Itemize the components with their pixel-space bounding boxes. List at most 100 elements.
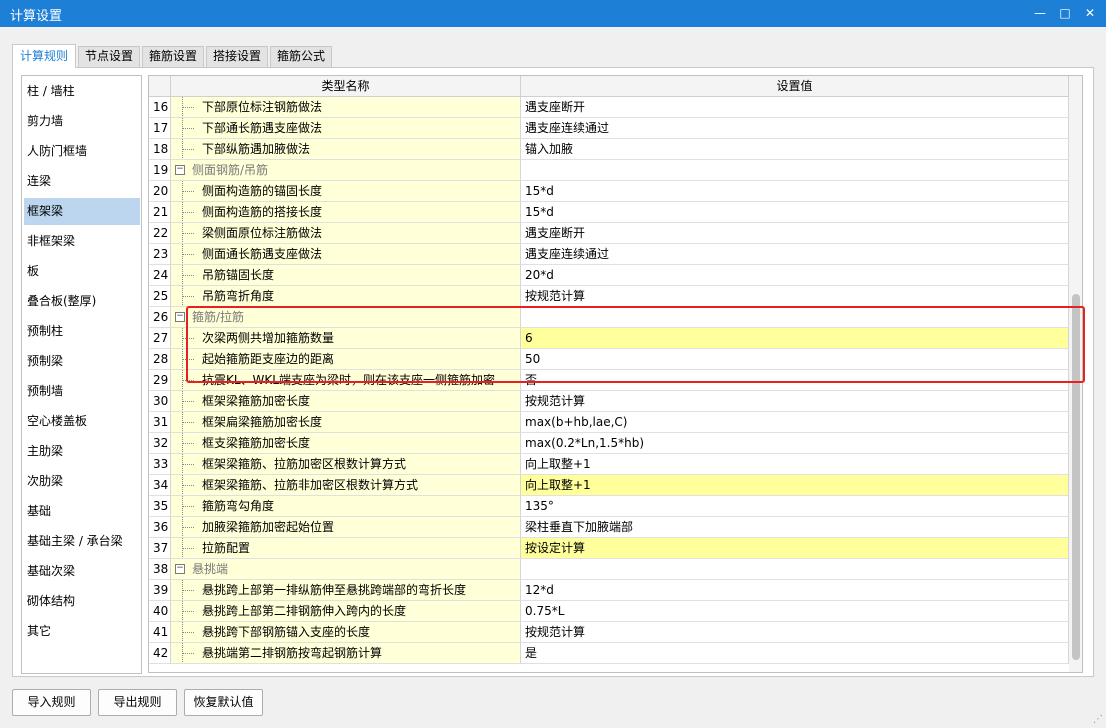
maximize-icon[interactable]: □ — [1051, 0, 1079, 27]
table-row[interactable]: 40 悬挑跨上部第二排钢筋伸入跨内的长度 0.75*L — [149, 601, 1069, 622]
setting-value-cell[interactable]: 遇支座断开 — [521, 223, 1069, 244]
type-name-cell[interactable]: 吊筋弯折角度 — [171, 286, 521, 307]
setting-value-cell[interactable] — [521, 559, 1069, 580]
resize-grip-icon[interactable]: ⋰ — [1093, 714, 1103, 725]
setting-value-cell[interactable]: 15*d — [521, 202, 1069, 223]
table-row[interactable]: 26− 箍筋/拉筋 — [149, 307, 1069, 328]
table-row[interactable]: 35 箍筋弯勾角度 135° — [149, 496, 1069, 517]
tab-3[interactable]: 箍筋设置 — [142, 46, 204, 67]
sidebar-item[interactable]: 板 — [24, 258, 140, 285]
tab-4[interactable]: 搭接设置 — [206, 46, 268, 67]
setting-value-cell[interactable]: 按规范计算 — [521, 391, 1069, 412]
setting-value-cell[interactable]: 遇支座连续通过 — [521, 244, 1069, 265]
type-name-cell[interactable]: 拉筋配置 — [171, 538, 521, 559]
type-name-cell[interactable]: 框支梁箍筋加密长度 — [171, 433, 521, 454]
table-row[interactable]: 24 吊筋锚固长度 20*d — [149, 265, 1069, 286]
type-name-cell[interactable]: 悬挑跨上部第一排纵筋伸至悬挑跨端部的弯折长度 — [171, 580, 521, 601]
setting-value-cell[interactable]: max(0.2*Ln,1.5*hb) — [521, 433, 1069, 454]
setting-value-cell[interactable]: 按设定计算 — [521, 538, 1069, 559]
setting-value-cell[interactable]: 按规范计算 — [521, 286, 1069, 307]
setting-value-cell[interactable]: 锚入加腋 — [521, 139, 1069, 160]
sidebar-item[interactable]: 柱 / 墙柱 — [24, 78, 140, 105]
setting-value-cell[interactable]: 否 — [521, 370, 1069, 391]
table-row[interactable]: 30 框架梁箍筋加密长度 按规范计算 — [149, 391, 1069, 412]
setting-value-cell[interactable]: 是 — [521, 643, 1069, 664]
tab-5[interactable]: 箍筋公式 — [270, 46, 332, 67]
sidebar-item[interactable]: 非框架梁 — [24, 228, 140, 255]
setting-value-cell[interactable]: 135° — [521, 496, 1069, 517]
setting-value-cell[interactable]: 向上取整+1 — [521, 454, 1069, 475]
type-name-cell[interactable]: 抗震KL、WKL端支座为梁时，则在该支座一侧箍筋加密 — [171, 370, 521, 391]
table-row[interactable]: 28 起始箍筋距支座边的距离 50 — [149, 349, 1069, 370]
table-row[interactable]: 29 抗震KL、WKL端支座为梁时，则在该支座一侧箍筋加密 否 — [149, 370, 1069, 391]
sidebar-item[interactable]: 空心楼盖板 — [24, 408, 140, 435]
collapse-icon[interactable]: − — [175, 165, 185, 175]
restore-defaults-button[interactable]: 恢复默认值 — [184, 689, 263, 716]
sidebar-item[interactable]: 基础 — [24, 498, 140, 525]
export-rules-button[interactable]: 导出规则 — [98, 689, 177, 716]
group-name-cell[interactable]: − 侧面钢筋/吊筋 — [171, 160, 521, 181]
vertical-scrollbar[interactable] — [1069, 76, 1082, 672]
sidebar-item[interactable]: 叠合板(整厚) — [24, 288, 140, 315]
type-name-cell[interactable]: 侧面构造筋的搭接长度 — [171, 202, 521, 223]
setting-value-header[interactable]: 设置值 — [521, 76, 1069, 97]
table-row[interactable]: 22 梁侧面原位标注筋做法 遇支座断开 — [149, 223, 1069, 244]
type-name-cell[interactable]: 加腋梁箍筋加密起始位置 — [171, 517, 521, 538]
collapse-icon[interactable]: − — [175, 312, 185, 322]
setting-value-cell[interactable]: 20*d — [521, 265, 1069, 286]
type-name-cell[interactable]: 起始箍筋距支座边的距离 — [171, 349, 521, 370]
type-name-cell[interactable]: 箍筋弯勾角度 — [171, 496, 521, 517]
type-name-cell[interactable]: 悬挑端第二排钢筋按弯起钢筋计算 — [171, 643, 521, 664]
tab-1[interactable]: 计算规则 — [12, 44, 76, 68]
type-name-cell[interactable]: 次梁两侧共增加箍筋数量 — [171, 328, 521, 349]
table-row[interactable]: 34 框架梁箍筋、拉筋非加密区根数计算方式 向上取整+1 — [149, 475, 1069, 496]
sidebar-item[interactable]: 砌体结构 — [24, 588, 140, 615]
sidebar-item[interactable]: 其它 — [24, 618, 140, 645]
setting-value-cell[interactable]: 按规范计算 — [521, 622, 1069, 643]
minimize-icon[interactable]: — — [1026, 0, 1054, 27]
setting-value-cell[interactable]: 0.75*L — [521, 601, 1069, 622]
table-row[interactable]: 25 吊筋弯折角度 按规范计算 — [149, 286, 1069, 307]
setting-value-cell[interactable]: 遇支座断开 — [521, 97, 1069, 118]
collapse-icon[interactable]: − — [175, 564, 185, 574]
sidebar-item[interactable]: 次肋梁 — [24, 468, 140, 495]
table-row[interactable]: 32 框支梁箍筋加密长度 max(0.2*Ln,1.5*hb) — [149, 433, 1069, 454]
type-name-cell[interactable]: 下部原位标注钢筋做法 — [171, 97, 521, 118]
setting-value-cell[interactable]: 50 — [521, 349, 1069, 370]
scrollbar-thumb[interactable] — [1072, 294, 1080, 660]
group-name-cell[interactable]: − 箍筋/拉筋 — [171, 307, 521, 328]
type-name-cell[interactable]: 吊筋锚固长度 — [171, 265, 521, 286]
import-rules-button[interactable]: 导入规则 — [12, 689, 91, 716]
table-row[interactable]: 19− 侧面钢筋/吊筋 — [149, 160, 1069, 181]
table-row[interactable]: 41 悬挑跨下部钢筋锚入支座的长度 按规范计算 — [149, 622, 1069, 643]
sidebar-item[interactable]: 框架梁 — [24, 198, 140, 225]
setting-value-cell[interactable]: 梁柱垂直下加腋端部 — [521, 517, 1069, 538]
setting-value-cell[interactable]: 15*d — [521, 181, 1069, 202]
sidebar-item[interactable]: 基础主梁 / 承台梁 — [24, 528, 140, 555]
table-row[interactable]: 39 悬挑跨上部第一排纵筋伸至悬挑跨端部的弯折长度 12*d — [149, 580, 1069, 601]
table-row[interactable]: 18 下部纵筋遇加腋做法 锚入加腋 — [149, 139, 1069, 160]
setting-value-cell[interactable]: 6 — [521, 328, 1069, 349]
table-row[interactable]: 33 框架梁箍筋、拉筋加密区根数计算方式 向上取整+1 — [149, 454, 1069, 475]
group-name-cell[interactable]: − 悬挑端 — [171, 559, 521, 580]
setting-value-cell[interactable]: 向上取整+1 — [521, 475, 1069, 496]
table-row[interactable]: 23 侧面通长筋遇支座做法 遇支座连续通过 — [149, 244, 1069, 265]
sidebar-item[interactable]: 剪力墙 — [24, 108, 140, 135]
table-row[interactable]: 42 悬挑端第二排钢筋按弯起钢筋计算 是 — [149, 643, 1069, 664]
sidebar-item[interactable]: 人防门框墙 — [24, 138, 140, 165]
table-row[interactable]: 16 下部原位标注钢筋做法 遇支座断开 — [149, 97, 1069, 118]
table-row[interactable]: 17 下部通长筋遇支座做法 遇支座连续通过 — [149, 118, 1069, 139]
type-name-header[interactable]: 类型名称 — [171, 76, 521, 97]
sidebar-item[interactable]: 预制墙 — [24, 378, 140, 405]
sidebar-item[interactable]: 预制柱 — [24, 318, 140, 345]
type-name-cell[interactable]: 梁侧面原位标注筋做法 — [171, 223, 521, 244]
setting-value-cell[interactable]: max(b+hb,lae,C) — [521, 412, 1069, 433]
type-name-cell[interactable]: 下部通长筋遇支座做法 — [171, 118, 521, 139]
type-name-cell[interactable]: 框架梁箍筋、拉筋加密区根数计算方式 — [171, 454, 521, 475]
type-name-cell[interactable]: 侧面通长筋遇支座做法 — [171, 244, 521, 265]
type-name-cell[interactable]: 框架梁箍筋加密长度 — [171, 391, 521, 412]
sidebar-item[interactable]: 主肋梁 — [24, 438, 140, 465]
sidebar-item[interactable]: 基础次梁 — [24, 558, 140, 585]
table-row[interactable]: 31 框架扁梁箍筋加密长度 max(b+hb,lae,C) — [149, 412, 1069, 433]
table-row[interactable]: 20 侧面构造筋的锚固长度 15*d — [149, 181, 1069, 202]
